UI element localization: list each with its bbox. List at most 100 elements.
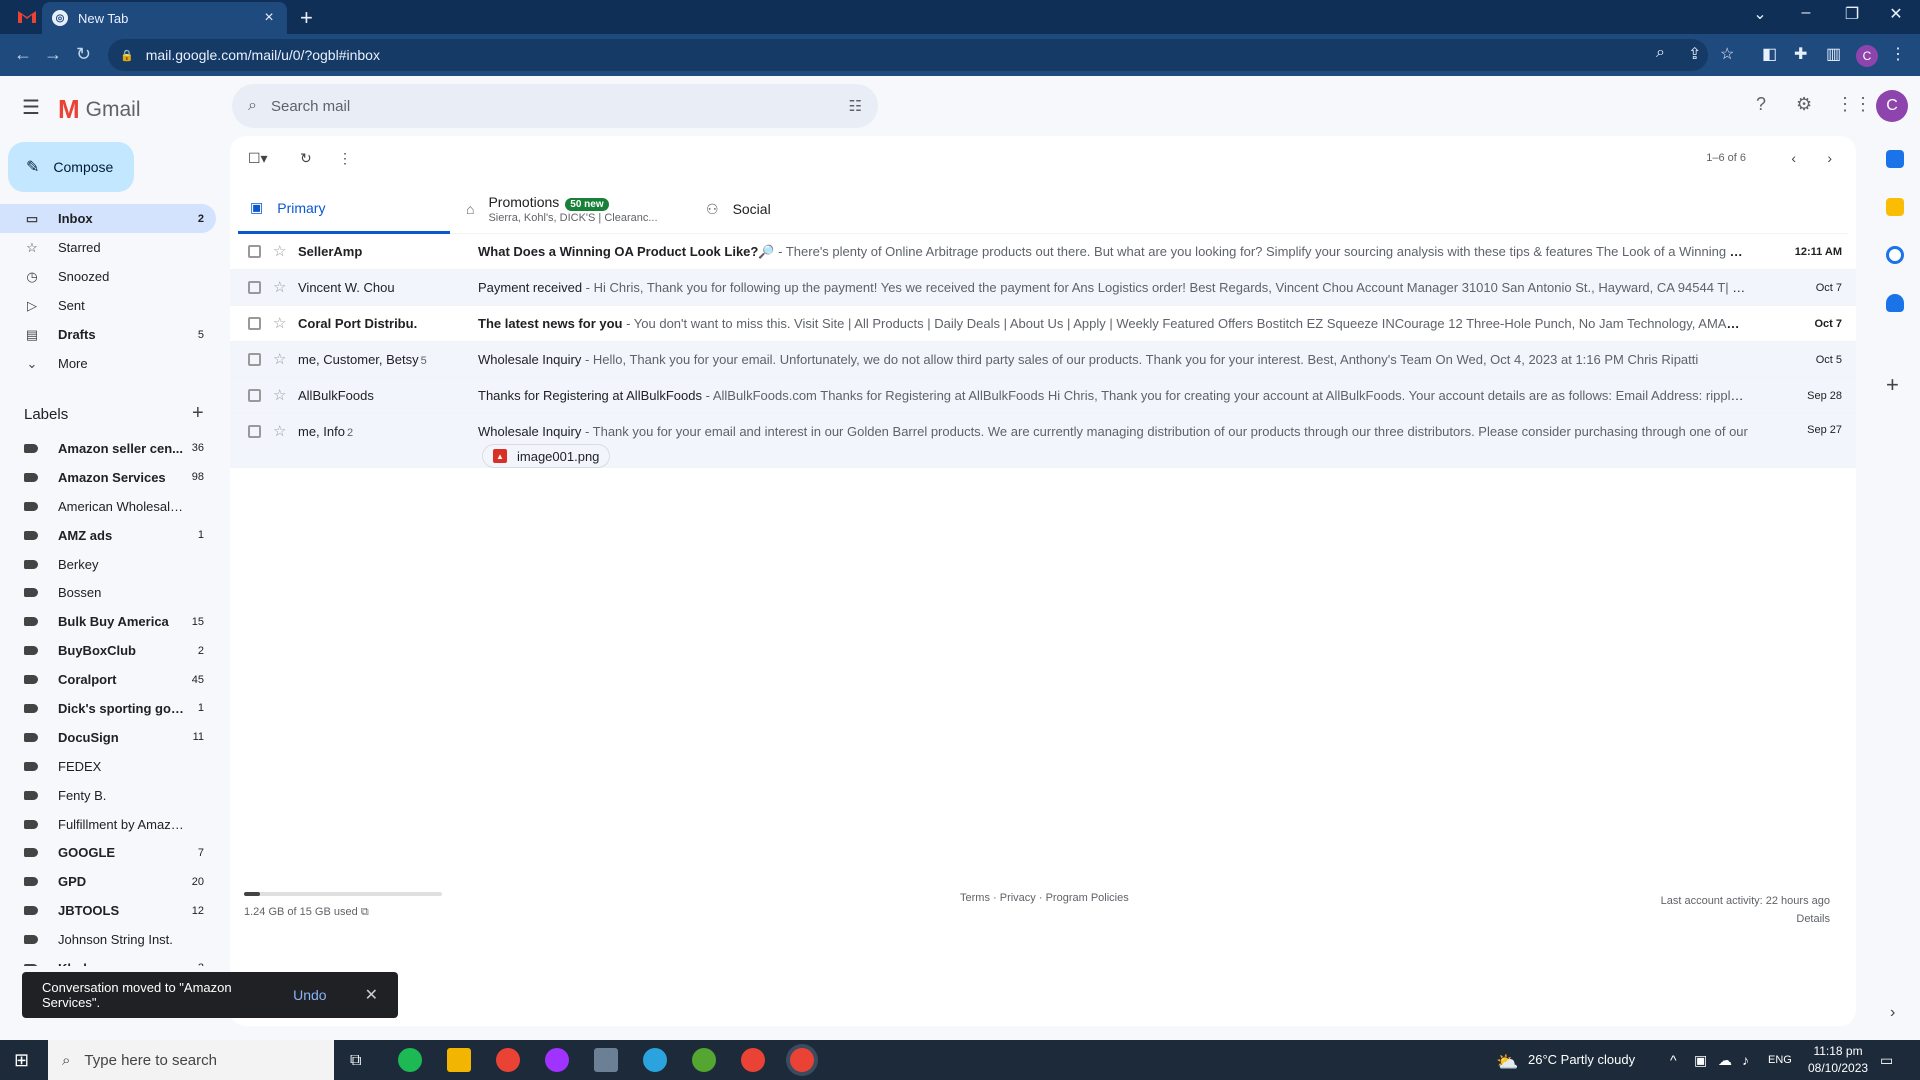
row-checkbox[interactable] (248, 353, 261, 366)
chrome-menu-icon[interactable]: ⋮ (1890, 44, 1906, 64)
label-item[interactable]: Bulk Buy America 15 (0, 607, 216, 636)
tab-primary[interactable]: ▣ Primary (238, 184, 450, 234)
gmail-favicon[interactable] (18, 9, 36, 23)
network-icon[interactable]: ▣ (1694, 1052, 1707, 1069)
label-item[interactable]: American Wholesalers (0, 492, 216, 521)
calendar-icon[interactable] (1886, 150, 1904, 168)
zoom-icon[interactable]: ⌕ (1656, 44, 1665, 62)
clock[interactable]: 11:18 pm 08/10/2023 (1808, 1043, 1868, 1077)
sidebar-item-starred[interactable]: ☆ Starred (0, 233, 216, 262)
program-policies-link[interactable]: Program Policies (1046, 892, 1129, 904)
keep-icon[interactable] (1886, 198, 1904, 216)
label-item[interactable]: Amazon Services 98 (0, 463, 216, 492)
contacts-icon[interactable] (1886, 294, 1904, 312)
star-icon[interactable]: ☆ (273, 422, 286, 440)
sidebar-item-drafts[interactable]: ▤ Drafts 5 (0, 320, 216, 349)
label-item[interactable]: FEDEX (0, 752, 216, 781)
calculator-icon[interactable] (594, 1048, 618, 1072)
weather-icon[interactable]: ⛅ (1496, 1052, 1518, 1073)
select-checkbox-icon[interactable]: ☐▾ (248, 150, 268, 167)
settings-gear-icon[interactable]: ⚙ (1796, 94, 1812, 115)
email-row[interactable]: ☆ AllBulkFoods Thanks for Registering at A… (230, 378, 1856, 414)
search-options-icon[interactable]: ☷ (849, 97, 862, 115)
row-checkbox[interactable] (248, 245, 261, 258)
search-bar[interactable]: ⌕ Search mail ☷ (232, 84, 878, 128)
label-item[interactable]: GOOGLE 7 (0, 838, 216, 867)
open-in-new-icon[interactable]: ⧉ (361, 906, 369, 918)
minimize-button[interactable]: – (1786, 4, 1826, 22)
label-item[interactable]: Dick's sporting goo... 1 (0, 694, 216, 723)
row-checkbox[interactable] (248, 317, 261, 330)
apps-grid-icon[interactable]: ⋮⋮ (1836, 94, 1872, 115)
search-icon[interactable]: ⌕ (248, 97, 257, 115)
next-page-icon[interactable]: › (1827, 150, 1832, 166)
star-icon[interactable]: ☆ (273, 242, 286, 260)
spotify-icon[interactable] (398, 1048, 422, 1072)
row-checkbox[interactable] (248, 281, 261, 294)
row-checkbox[interactable] (248, 389, 261, 402)
more-options-icon[interactable]: ⋮ (338, 150, 352, 167)
star-icon[interactable]: ☆ (273, 314, 286, 332)
tab-social[interactable]: ⚇ Social (706, 184, 906, 234)
new-tab-button[interactable]: + (300, 5, 313, 31)
label-item[interactable]: Berkey (0, 550, 216, 579)
attachment-chip[interactable]: ▲ image001.png (482, 444, 611, 468)
tab-search-icon[interactable]: ⌄ (1740, 4, 1780, 24)
label-item[interactable]: Fenty B. (0, 781, 216, 810)
cloud-icon[interactable]: ☁ (1718, 1052, 1732, 1069)
tasks-icon[interactable] (1886, 246, 1904, 264)
label-item[interactable]: JBTOOLS 12 (0, 896, 216, 925)
email-row[interactable]: ☆ Vincent W. Chou Payment received - Hi Ch… (230, 270, 1856, 306)
privacy-link[interactable]: Privacy (1000, 892, 1036, 904)
show-hidden-icons[interactable]: ^ (1670, 1052, 1677, 1068)
email-row[interactable]: ☆ Coral Port Distribu. The latest news for… (230, 306, 1856, 342)
details-link[interactable]: Details (1661, 910, 1830, 928)
windows-start-icon[interactable]: ⊞ (14, 1050, 29, 1071)
close-tab-icon[interactable]: × (261, 9, 277, 27)
expand-panel-icon[interactable]: › (1890, 1004, 1895, 1022)
refresh-icon[interactable]: ↻ (300, 150, 312, 167)
bookmark-star-icon[interactable]: ☆ (1720, 44, 1734, 64)
label-item[interactable]: AMZ ads 1 (0, 521, 216, 550)
label-item[interactable]: Johnson String Inst. (0, 925, 216, 954)
volume-icon[interactable]: ♪ (1742, 1052, 1749, 1068)
browser-profile-avatar[interactable]: C (1856, 45, 1878, 67)
tab-promotions[interactable]: ⌂ Promotions 50 new Sierra, Kohl's, DICK'… (466, 184, 686, 234)
close-icon[interactable]: ✕ (365, 985, 378, 1005)
get-addons-icon[interactable]: + (1886, 372, 1899, 398)
label-item[interactable]: Bossen (0, 578, 216, 607)
account-avatar[interactable]: C (1876, 90, 1908, 122)
taskbar-search[interactable]: ⌕ Type here to search (48, 1040, 334, 1080)
side-panel-icon[interactable]: ▥ (1826, 44, 1841, 64)
sidebar-item-inbox[interactable]: ▭ Inbox 2 (0, 204, 216, 233)
extensions-icon[interactable]: ✚ (1794, 44, 1807, 64)
notifications-icon[interactable]: ▭ (1880, 1052, 1893, 1069)
compose-button[interactable]: ✎ Compose (8, 142, 134, 192)
chrome-profile-icon[interactable] (741, 1048, 765, 1072)
label-item[interactable]: GPD 20 (0, 867, 216, 896)
terms-link[interactable]: Terms (960, 892, 990, 904)
email-row[interactable]: ☆ SellerAmp What Does a Winning OA Product… (230, 234, 1856, 270)
search-input[interactable]: Search mail (271, 98, 849, 115)
telegram-icon[interactable] (643, 1048, 667, 1072)
back-icon[interactable]: ← (14, 44, 32, 65)
sidebar-item-snoozed[interactable]: ◷ Snoozed (0, 262, 216, 291)
star-icon[interactable]: ☆ (273, 386, 286, 404)
label-item[interactable]: Fulfillment by Amazon (0, 810, 216, 839)
sidebar-item-more[interactable]: ⌄ More (0, 349, 216, 378)
messenger-icon[interactable] (545, 1048, 569, 1072)
email-row[interactable]: ☆ me, Customer, Betsy 5 Wholesale Inquiry -… (230, 342, 1856, 378)
chrome-icon[interactable] (496, 1048, 520, 1072)
row-checkbox[interactable] (248, 425, 261, 438)
email-row[interactable]: ☆ me, Info 2 Wholesale Inquiry - Thank you … (230, 414, 1856, 468)
add-label-icon[interactable]: + (192, 402, 204, 425)
weather-text[interactable]: 26°C Partly cloudy (1528, 1052, 1635, 1067)
prev-page-icon[interactable]: ‹ (1791, 150, 1796, 166)
share-icon[interactable]: ⇪ (1688, 44, 1701, 64)
label-item[interactable]: Coralport 45 (0, 665, 216, 694)
help-icon[interactable]: ? (1756, 94, 1766, 115)
chrome-active-icon[interactable] (790, 1048, 814, 1072)
label-item[interactable]: Amazon seller cen... 36 (0, 434, 216, 463)
sidebar-item-sent[interactable]: ▷ Sent (0, 291, 216, 320)
label-item[interactable]: Khols3 (0, 954, 216, 966)
